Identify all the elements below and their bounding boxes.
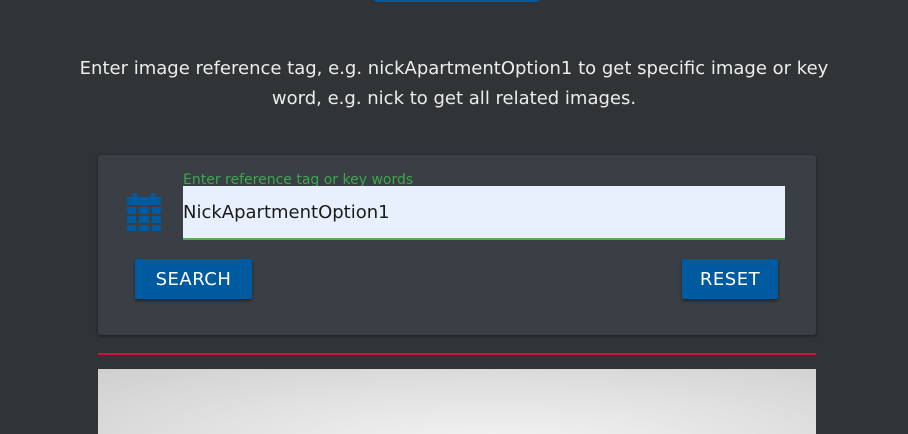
search-input[interactable] (183, 186, 785, 238)
search-button[interactable]: SEARCH (135, 259, 252, 299)
reset-button[interactable]: RESET (682, 259, 778, 299)
image-preview (98, 369, 816, 434)
search-card: Enter reference tag or key words SEARCH … (98, 155, 816, 335)
top-tab-button[interactable] (374, 0, 539, 2)
search-instructions: Enter image reference tag, e.g. nickApar… (79, 58, 829, 109)
section-divider (98, 353, 816, 355)
calendar-icon (127, 193, 161, 231)
search-field[interactable] (183, 186, 785, 240)
